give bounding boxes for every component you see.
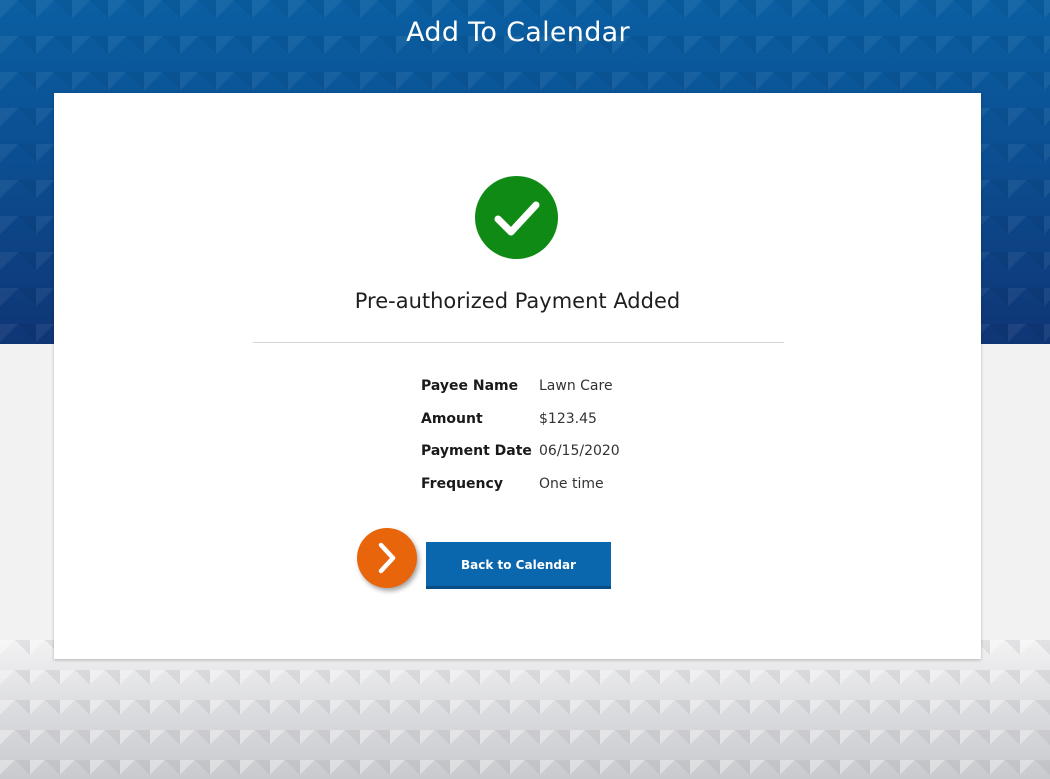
detail-value: One time — [539, 475, 604, 492]
divider — [253, 342, 784, 343]
page-title: Add To Calendar — [406, 17, 630, 48]
detail-value: $123.45 — [539, 410, 597, 427]
detail-row-frequency: Frequency One time — [421, 468, 721, 501]
detail-row-payee: Payee Name Lawn Care — [421, 370, 721, 403]
detail-label: Payee Name — [421, 378, 519, 395]
detail-label: Amount — [421, 410, 483, 427]
back-to-calendar-button[interactable]: Back to Calendar — [426, 542, 611, 589]
detail-label: Payment Date — [421, 443, 532, 460]
detail-row-payment-date: Payment Date 06/15/2020 — [421, 435, 721, 468]
detail-value: Lawn Care — [539, 378, 613, 395]
chevron-right-icon — [357, 528, 417, 588]
detail-label: Frequency — [421, 475, 503, 492]
footer-background — [0, 640, 1050, 779]
confirmation-card: Pre-authorized Payment Added Payee Name … — [54, 93, 981, 659]
confirmation-heading: Pre-authorized Payment Added — [354, 289, 681, 313]
detail-value: 06/15/2020 — [539, 443, 620, 460]
detail-row-amount: Amount $123.45 — [421, 403, 721, 436]
checkmark-circle-icon — [475, 176, 558, 259]
payment-details: Payee Name Lawn Care Amount $123.45 Paym… — [421, 370, 721, 500]
